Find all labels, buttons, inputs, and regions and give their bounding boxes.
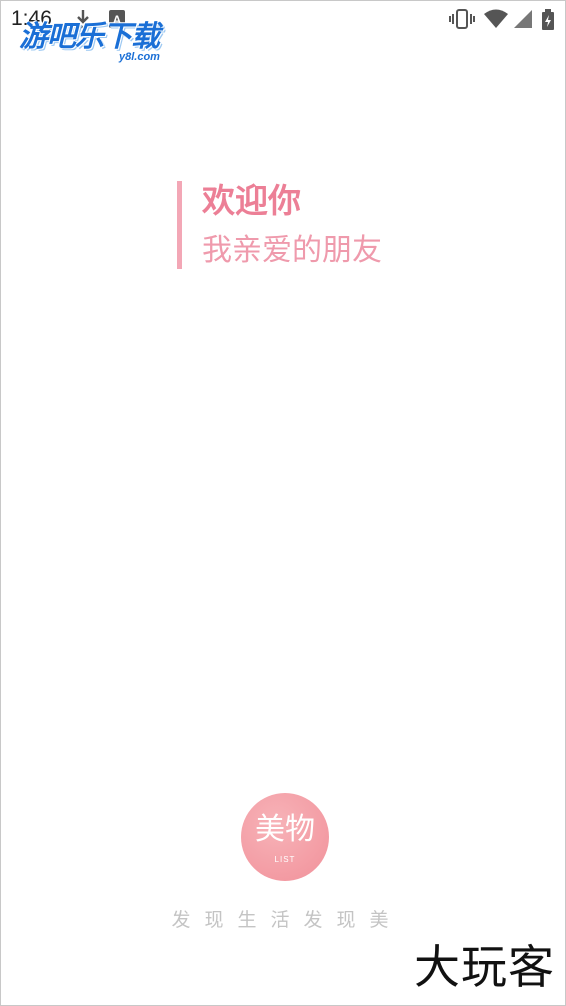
- watermark-logo-title: 游吧乐下载: [19, 19, 160, 53]
- watermark-logo-subtitle: y8l.com: [119, 51, 160, 63]
- watermark-logo: 游吧乐下载 y8l.com: [19, 19, 189, 67]
- app-logo-badge: 美物 LIST: [241, 793, 329, 881]
- watermark-bottom: 大玩客: [414, 940, 555, 994]
- wifi-icon: [483, 9, 509, 33]
- signal-icon: [513, 9, 533, 33]
- app-logo-sub: LIST: [274, 855, 296, 864]
- vibrate-icon: [449, 9, 475, 33]
- greeting-subtitle: 我亲爱的朋友: [202, 233, 382, 268]
- splash-screen: 1:46 A 游吧乐下载 y8l.com 欢迎你 我亲爱的朋友 美物 LIST …: [0, 0, 566, 1006]
- battery-icon: [541, 9, 555, 35]
- app-logo-name: 美物: [255, 812, 315, 847]
- greeting-title: 欢迎你: [202, 181, 301, 220]
- tagline: 发现生活发现美: [171, 909, 403, 931]
- greeting-block: 欢迎你 我亲爱的朋友: [177, 181, 382, 269]
